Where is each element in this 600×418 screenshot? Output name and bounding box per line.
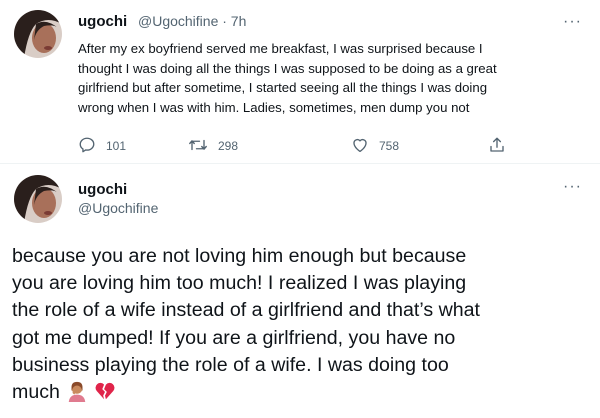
tweet-text-line: because you are not loving him enough bu… [12, 245, 467, 267]
tweet-text-line: girlfriend but after sometime, I started… [78, 80, 488, 95]
reply-count: 101 [106, 139, 127, 153]
retweet-icon [188, 136, 218, 157]
tweet-text-line: business playing the role of a wife. I w… [12, 353, 449, 376]
like-count: 758 [379, 139, 400, 153]
tweet-divider [0, 163, 600, 164]
tweet-card[interactable]: ugochi @Ugochifine · 7h ··· After my ex … [0, 0, 600, 160]
tweet-text-line: thought I was doing all the things I was… [78, 60, 497, 76]
avatar[interactable] [14, 10, 62, 58]
display-name[interactable]: ugochi [78, 13, 127, 30]
reply-icon [78, 136, 106, 157]
tweet-text: After my ex boyfriend served me breakfas… [78, 39, 578, 117]
heart-icon [351, 136, 379, 157]
share-icon [488, 136, 516, 157]
handle[interactable]: @Ugochifine [78, 200, 158, 216]
retweet-count: 298 [218, 139, 239, 153]
tweet-text-line: After my ex boyfriend served me breakfas… [78, 41, 483, 56]
retweet-button[interactable]: 298 [188, 136, 238, 156]
more-options-icon[interactable]: ··· [563, 179, 581, 195]
avatar[interactable] [14, 175, 62, 223]
tweet-text-word: much [12, 381, 60, 404]
reply-button[interactable]: 101 [78, 136, 126, 156]
tweet-text-line: the role of a wife instead of a girlfrie… [12, 299, 480, 322]
tweet-text-line: you are loving him too much! I realized … [12, 272, 467, 295]
display-name[interactable]: ugochi [78, 181, 127, 198]
more-options-icon[interactable]: ··· [563, 14, 581, 30]
handle-and-time[interactable]: @Ugochifine · 7h [138, 13, 246, 29]
person-facepalming-emoji [66, 380, 88, 410]
share-button[interactable] [488, 136, 516, 156]
tweet-text-line: got me dumped! If you are a girlfriend, … [12, 326, 456, 349]
tweet-text: because you are not loving him enough bu… [12, 243, 592, 410]
tweet-text-line-last: much [12, 379, 592, 410]
tweet-actions: 101 298 758 [78, 136, 518, 156]
like-button[interactable]: 758 [351, 136, 399, 156]
broken-heart-emoji [94, 380, 116, 410]
tweet-text-line: wrong when I was with him. Ladies, somet… [78, 99, 470, 115]
